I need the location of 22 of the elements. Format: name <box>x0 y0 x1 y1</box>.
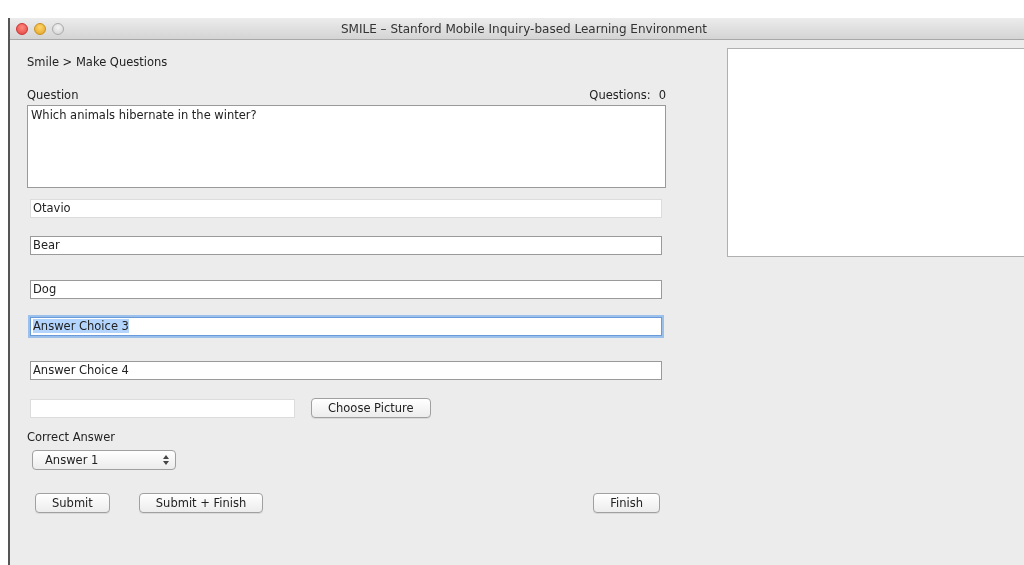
text-field[interactable]: Bear <box>30 236 662 255</box>
minimize-button[interactable] <box>34 23 46 35</box>
text-field[interactable]: Dog <box>30 280 662 299</box>
text-field[interactable]: Otavio <box>30 199 662 218</box>
zoom-button[interactable] <box>52 23 64 35</box>
close-button[interactable] <box>16 23 28 35</box>
field-label: Correct Answer <box>27 430 115 444</box>
up-down-arrows-icon <box>163 455 169 465</box>
text-field[interactable] <box>30 398 295 418</box>
question-text-area[interactable]: Which animals hibernate in the winter? <box>27 105 666 188</box>
text-field[interactable]: Answer Choice 4 <box>30 361 662 380</box>
text-field[interactable]: Answer Choice 3 <box>30 317 662 336</box>
field-label: Question <box>27 88 79 104</box>
breadcrumb: Smile > Make Questions <box>27 55 168 69</box>
question-count: 0 <box>658 88 666 104</box>
finish-button[interactable]: Finish <box>593 493 660 513</box>
answer-dropdown[interactable]: Answer 1 <box>32 450 176 470</box>
push-button[interactable]: Submit + Finish <box>138 493 264 513</box>
push-button[interactable]: Submit <box>35 493 110 513</box>
count-label: Questions: <box>589 88 651 104</box>
window-title: SMILE – Stanford Mobile Inquiry-based Learning Environment <box>341 21 707 36</box>
choose-picture-button[interactable]: Choose Picture <box>311 398 431 418</box>
